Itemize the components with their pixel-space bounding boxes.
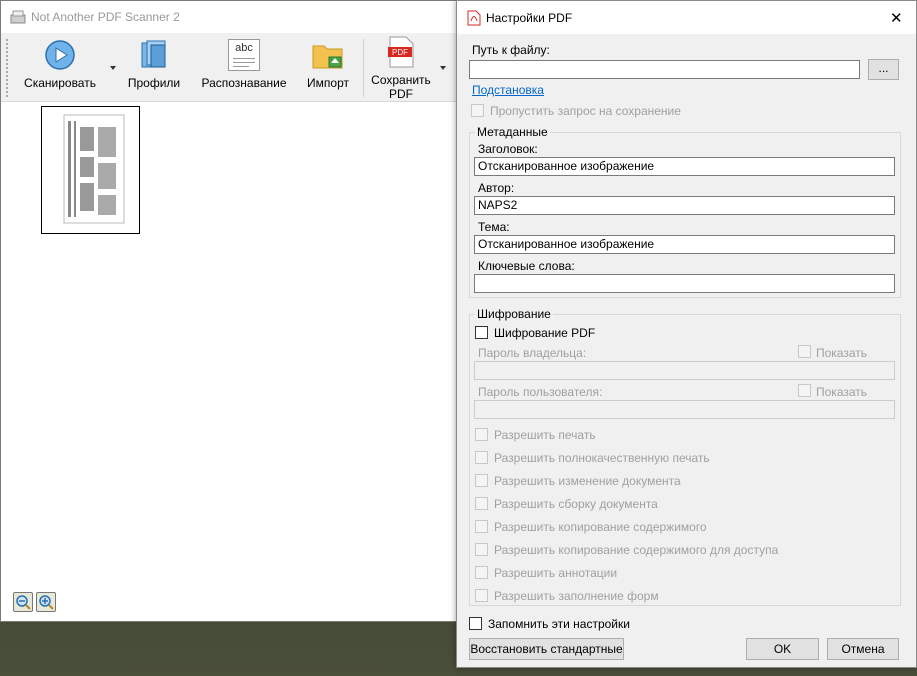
permission-label: Разрешить копирование содержимого для до… bbox=[494, 543, 779, 557]
import-folder-icon bbox=[312, 45, 343, 69]
ocr-icon: abc bbox=[228, 39, 260, 71]
keywords-label: Ключевые слова: bbox=[478, 259, 575, 273]
permission-label: Разрешить сборку документа bbox=[494, 497, 658, 511]
remember-settings-label: Запомнить эти настройки bbox=[488, 617, 630, 631]
main-window: Not Another PDF Scanner 2 Сканировать Пр… bbox=[0, 0, 460, 622]
save-pdf-dropdown-arrow-icon[interactable] bbox=[440, 66, 446, 70]
close-icon[interactable]: ✕ bbox=[890, 9, 903, 27]
owner-password-label: Пароль владельца: bbox=[478, 346, 587, 360]
show-user-password-label: Показать bbox=[816, 385, 868, 399]
file-path-label: Путь к файлу: bbox=[472, 43, 550, 57]
zoom-out-icon bbox=[16, 595, 31, 610]
save-pdf-icon-text: PDF bbox=[392, 48, 408, 57]
encrypt-pdf-checkbox[interactable] bbox=[475, 326, 488, 339]
permission-label: Разрешить печать bbox=[494, 428, 596, 442]
zoom-in-icon bbox=[39, 595, 54, 610]
permission-label: Разрешить изменение документа bbox=[494, 474, 681, 488]
profiles-button[interactable]: Профили bbox=[119, 37, 189, 97]
author-input[interactable]: NAPS2 bbox=[474, 196, 895, 215]
scan-dropdown-arrow-icon[interactable] bbox=[110, 66, 116, 70]
dialog-title: Настройки PDF bbox=[486, 11, 573, 25]
scan-play-icon bbox=[45, 40, 75, 70]
toolbar: Сканировать Профили abc Распознавание Им… bbox=[1, 33, 459, 102]
scanned-page-image bbox=[63, 114, 125, 224]
show-owner-password-label: Показать bbox=[816, 346, 868, 360]
encrypt-pdf-label: Шифрование PDF bbox=[494, 326, 596, 340]
subject-input[interactable]: Отсканированное изображение bbox=[474, 235, 895, 254]
subject-label: Тема: bbox=[478, 220, 510, 234]
permission-label: Разрешить аннотации bbox=[494, 566, 618, 580]
browse-button[interactable]: ... bbox=[868, 59, 899, 80]
save-pdf-label-line1: Сохранить bbox=[371, 73, 431, 87]
page-thumbnail[interactable] bbox=[41, 106, 140, 234]
ocr-icon-text: abc bbox=[235, 42, 253, 54]
zoom-in-button[interactable] bbox=[36, 592, 56, 612]
title-label: Заголовок: bbox=[478, 142, 538, 156]
save-pdf-button[interactable]: PDF Сохранить PDF bbox=[367, 35, 435, 101]
show-owner-password-checkbox[interactable] bbox=[798, 345, 811, 358]
title-input[interactable]: Отсканированное изображение bbox=[474, 157, 895, 176]
permission-checkbox[interactable] bbox=[475, 497, 488, 510]
import-label: Импорт bbox=[307, 76, 349, 90]
file-path-input[interactable] bbox=[469, 60, 860, 79]
restore-defaults-button[interactable]: Восстановить стандартные bbox=[469, 638, 624, 660]
keywords-input[interactable] bbox=[474, 274, 895, 293]
permission-checkbox[interactable] bbox=[475, 520, 488, 533]
scan-label: Сканировать bbox=[24, 76, 96, 90]
scan-button[interactable]: Сканировать bbox=[15, 37, 105, 97]
metadata-group-title: Метаданные bbox=[475, 125, 550, 139]
save-pdf-label-line2: PDF bbox=[389, 87, 413, 101]
permission-label: Разрешить копирование содержимого bbox=[494, 520, 707, 534]
user-password-input[interactable] bbox=[474, 400, 895, 419]
author-label: Автор: bbox=[478, 181, 515, 195]
main-title-bar: Not Another PDF Scanner 2 bbox=[1, 1, 459, 33]
permission-checkbox[interactable] bbox=[475, 474, 488, 487]
main-window-title: Not Another PDF Scanner 2 bbox=[31, 10, 180, 24]
skip-prompt-label: Пропустить запрос на сохранение bbox=[490, 104, 681, 118]
placeholders-link[interactable]: Подстановка bbox=[472, 83, 544, 97]
import-button[interactable]: Импорт bbox=[299, 37, 357, 97]
owner-password-input[interactable] bbox=[474, 361, 895, 380]
user-password-label: Пароль пользователя: bbox=[478, 385, 603, 399]
permission-label: Разрешить полнокачественную печать bbox=[494, 451, 710, 465]
permission-checkbox[interactable] bbox=[475, 543, 488, 556]
ocr-button[interactable]: abc Распознавание bbox=[197, 37, 291, 97]
remember-settings-checkbox[interactable] bbox=[469, 617, 482, 630]
zoom-out-button[interactable] bbox=[13, 592, 33, 612]
permission-checkbox[interactable] bbox=[475, 566, 488, 579]
encryption-group-title: Шифрование bbox=[475, 307, 553, 321]
profiles-icon bbox=[141, 40, 166, 68]
cancel-button[interactable]: Отмена bbox=[827, 638, 899, 660]
ocr-label: Распознавание bbox=[201, 76, 287, 90]
permission-checkbox[interactable] bbox=[475, 451, 488, 464]
dialog-title-bar: Настройки PDF ✕ bbox=[457, 1, 916, 34]
profiles-label: Профили bbox=[127, 76, 181, 90]
pdf-settings-dialog: Настройки PDF ✕ Путь к файлу: ... Подста… bbox=[456, 0, 917, 668]
permission-checkbox[interactable] bbox=[475, 589, 488, 602]
show-user-password-checkbox[interactable] bbox=[798, 384, 811, 397]
permission-label: Разрешить заполнение форм bbox=[494, 589, 659, 603]
toolbar-separator bbox=[363, 39, 364, 97]
permission-checkbox[interactable] bbox=[475, 428, 488, 441]
scanner-app-icon bbox=[10, 10, 26, 24]
skip-prompt-checkbox[interactable] bbox=[471, 104, 484, 117]
pdf-icon bbox=[467, 10, 481, 26]
toolbar-grip[interactable] bbox=[6, 39, 10, 97]
ok-button[interactable]: OK bbox=[746, 638, 819, 660]
